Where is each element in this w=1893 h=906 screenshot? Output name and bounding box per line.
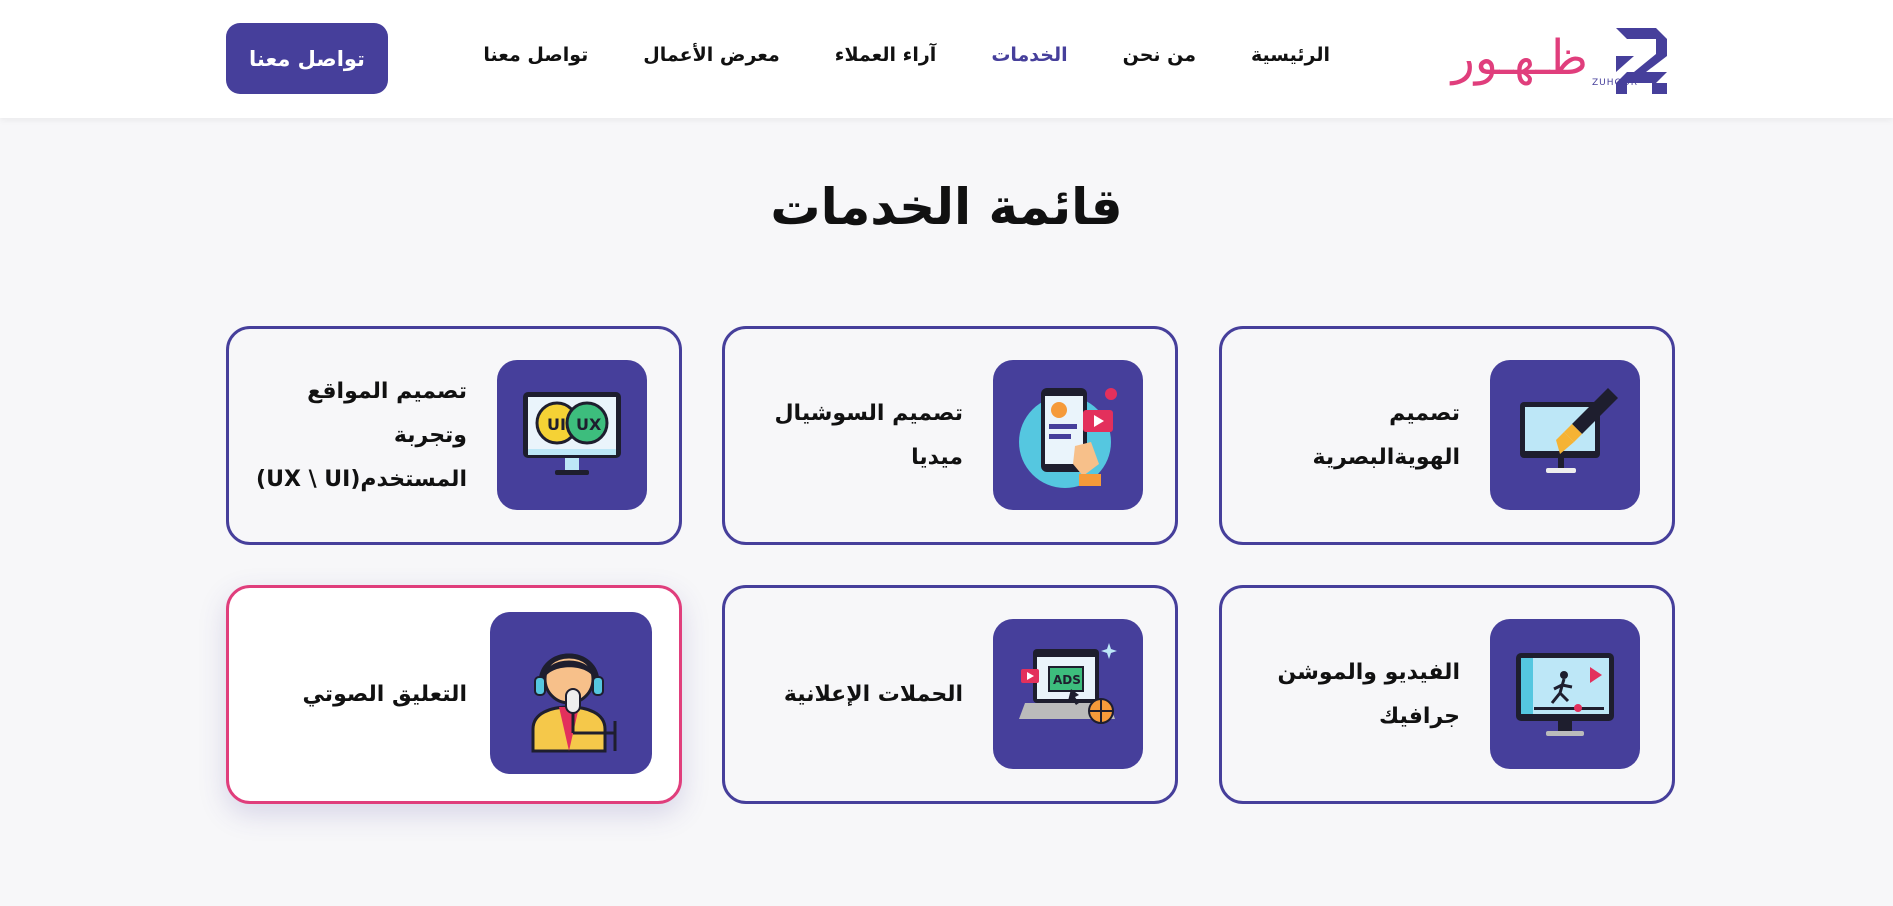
nav-item-services[interactable]: الخدمات — [991, 44, 1067, 76]
nav-item-home[interactable]: الرئيسية — [1251, 44, 1330, 76]
page-title: قائمة الخدمات — [770, 178, 1123, 236]
svg-text:UX: UX — [576, 415, 602, 434]
service-label: تصميم المواقع وتجربة المستخدم(UX \ UI) — [256, 378, 467, 492]
service-label: الفيديو والموشن جرافيك — [1277, 659, 1461, 729]
service-card-voice-over[interactable]: التعليق الصوتي — [226, 585, 682, 804]
site-header: تواصل معنا الرئيسية من نحن الخدمات آراء … — [0, 0, 1893, 118]
motion-graphics-icon — [1516, 653, 1614, 736]
icon-tile — [1490, 360, 1640, 510]
icon-tile: UI UX — [497, 360, 647, 510]
social-media-icon — [1019, 388, 1117, 488]
service-card-ad-campaigns[interactable]: ADS الحملات الإعلانية — [722, 585, 1178, 804]
service-card-motion-graphics[interactable]: الفيديو والموشن جرافيك — [1219, 585, 1675, 804]
nav-item-contact[interactable]: تواصل معنا — [483, 44, 588, 76]
nav-item-about[interactable]: من نحن — [1123, 44, 1196, 76]
service-label: تصميم السوشيال ميديا — [774, 400, 963, 470]
nav-item-portfolio[interactable]: معرض الأعمال — [643, 44, 779, 76]
logo-mark-icon — [1616, 28, 1667, 94]
ads-campaign-icon: ADS — [1019, 643, 1117, 724]
zuhoor-logo[interactable]: ظـهـور ZUHOOR — [1452, 26, 1671, 98]
service-card-web-ux-ui[interactable]: UI UX تصميم المواقع وتجربة المستخدم(UX \… — [226, 326, 682, 545]
icon-tile: ADS — [993, 619, 1143, 769]
brand-identity-icon — [1520, 388, 1618, 473]
main-nav: الرئيسية من نحن الخدمات آراء العملاء معر… — [483, 44, 1330, 76]
svg-text:UI: UI — [547, 415, 566, 434]
service-label: الحملات الإعلانية — [783, 681, 963, 707]
service-card-social-media[interactable]: تصميم السوشيال ميديا — [722, 326, 1178, 545]
nav-item-testimonials[interactable]: آراء العملاء — [835, 44, 937, 76]
service-label: تصميم الهويةالبصرية — [1312, 400, 1460, 470]
svg-text:ADS: ADS — [1053, 673, 1081, 687]
logo-wordmark: ظـهـور — [1451, 30, 1588, 86]
voice-over-icon — [531, 653, 617, 753]
icon-tile — [993, 360, 1143, 510]
service-card-brand-identity[interactable]: تصميم الهويةالبصرية — [1219, 326, 1675, 545]
icon-tile — [490, 612, 652, 774]
ui-ux-icon: UI UX — [523, 392, 621, 475]
service-label: التعليق الصوتي — [302, 681, 467, 707]
icon-tile — [1490, 619, 1640, 769]
contact-us-button[interactable]: تواصل معنا — [226, 23, 388, 94]
